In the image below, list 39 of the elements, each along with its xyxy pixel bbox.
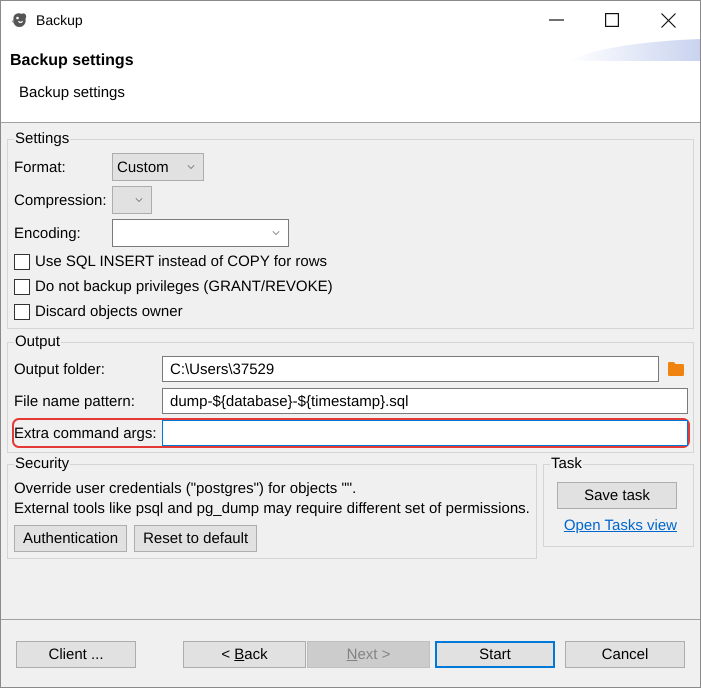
group-title: Output	[14, 333, 62, 351]
folder-icon[interactable]	[668, 362, 684, 376]
field-label: Output folder:	[14, 360, 106, 378]
save-task-button[interactable]: Save task	[557, 482, 677, 509]
group-title: Task	[550, 455, 583, 473]
input-field[interactable]	[162, 420, 688, 446]
minimize-icon	[548, 19, 564, 21]
footer-button[interactable]: Start	[435, 641, 555, 668]
field-label: Encoding:	[14, 224, 82, 242]
field-label: File name pattern:	[14, 392, 136, 410]
checkbox[interactable]	[14, 278, 30, 294]
checkbox-label: Use SQL INSERT instead of COPY for rows	[35, 253, 328, 270]
checkbox[interactable]	[14, 304, 30, 320]
footer-button[interactable]: Cancel	[565, 641, 685, 668]
checkbox[interactable]	[14, 254, 30, 270]
checkbox-label: Do not backup privileges (GRANT/REVOKE)	[35, 278, 333, 295]
app-logo-icon	[11, 12, 28, 28]
field-label: Format:	[14, 158, 67, 176]
action-button[interactable]: Reset to default	[134, 525, 258, 552]
group-title: Settings	[14, 130, 70, 148]
dropdown[interactable]: Custom	[112, 153, 204, 181]
page-description: Backup settings	[19, 83, 126, 103]
window-title: Backup	[36, 12, 84, 28]
input-field[interactable]: C:\Users\37529	[162, 356, 659, 382]
footer-button[interactable]: Client ...	[16, 641, 136, 668]
input-field[interactable]: dump-${database}-${timestamp}.sql	[162, 388, 688, 414]
footer-button[interactable]: < Back	[183, 641, 306, 668]
field-label: Compression:	[14, 192, 108, 208]
checkbox-label: Discard objects owner	[35, 303, 183, 320]
close-icon	[660, 12, 676, 28]
page-title: Backup settings	[10, 51, 135, 71]
action-button[interactable]: Authentication	[14, 525, 128, 552]
group-title: Security	[14, 455, 70, 473]
combo-box[interactable]	[112, 219, 289, 247]
open-tasks-link[interactable]: Open Tasks view	[564, 516, 677, 536]
info-text: Override user credentials ("postgres") for objects "".	[14, 479, 358, 499]
maximize-icon	[605, 13, 619, 27]
info-text: External tools like psql and pg_dump may require different set of permissions.	[14, 499, 530, 519]
field-label: Extra command args:	[14, 424, 158, 442]
